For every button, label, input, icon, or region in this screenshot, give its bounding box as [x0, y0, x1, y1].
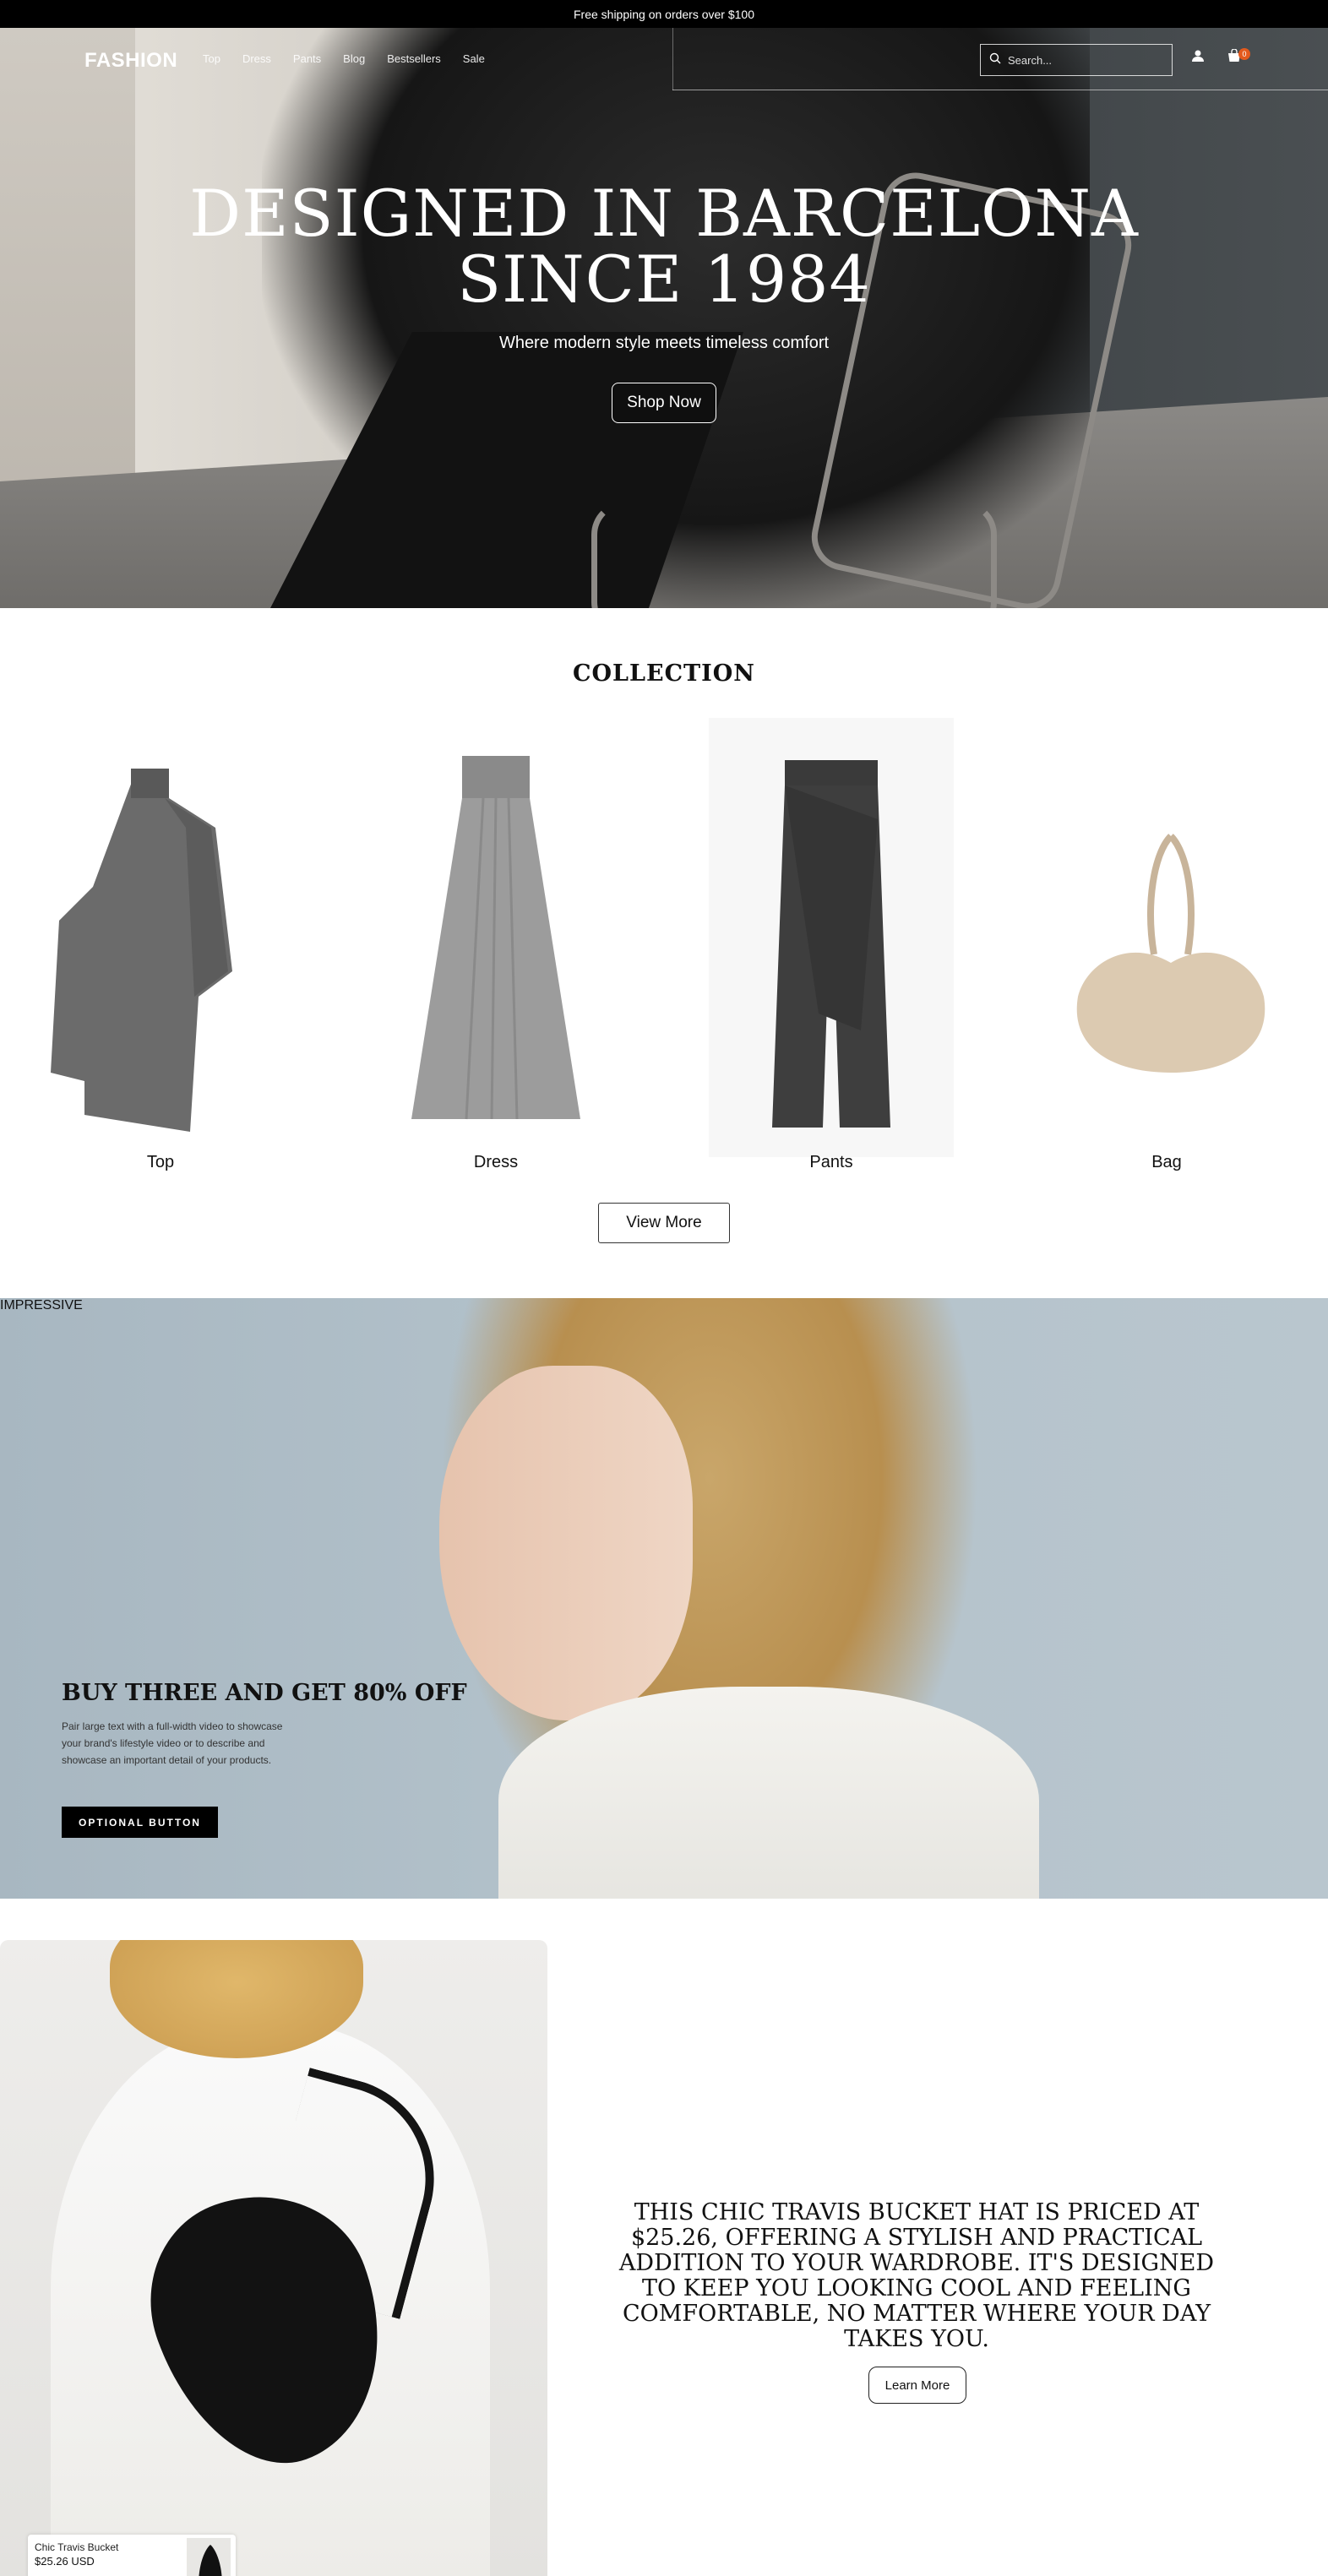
search-icon[interactable] [989, 52, 1001, 68]
cart-count-badge: 0 [1238, 48, 1250, 60]
feature-image [0, 1940, 547, 2576]
shop-now-button[interactable]: Shop Now [612, 383, 716, 423]
collection-label-dress[interactable]: Dress [373, 1153, 618, 1172]
mini-card-product-name: Chic Travis Bucket [35, 2541, 119, 2553]
view-more-button[interactable]: View More [598, 1203, 730, 1243]
collection-label-pants[interactable]: Pants [709, 1153, 954, 1172]
dress-product-image [411, 756, 580, 1120]
collection-label-bag[interactable]: Bag [1044, 1153, 1289, 1172]
bag-product-image [1076, 834, 1265, 1073]
pants-product-image [772, 760, 890, 1128]
site-logo[interactable]: FASHION [84, 49, 177, 73]
announcement-text: Free shipping on orders over $100 [573, 7, 755, 21]
mini-card-product-price: $25.26 USD [35, 2555, 95, 2568]
promo-body: Pair large text with a full-width video … [62, 1720, 283, 1766]
promo-kicker: IMPRESSIVE [0, 1298, 83, 1312]
promo-model-face [439, 1366, 693, 1720]
announcement-bar: Free shipping on orders over $100 [0, 0, 1328, 28]
collection-label-top[interactable]: Top [38, 1153, 283, 1172]
feature-description: THIS CHIC TRAVIS BUCKET HAT IS PRICED AT… [618, 2199, 1215, 2352]
header-vertical-divider [672, 28, 673, 90]
hero-title-line2: SINCE 1984 [457, 242, 871, 317]
hero-title: DESIGNED IN BARCELONA SINCE 1984 [0, 181, 1328, 312]
user-icon[interactable] [1191, 49, 1205, 67]
collection-item-top[interactable] [38, 718, 283, 1157]
product-mini-card[interactable]: Chic Travis Bucket $25.26 USD [28, 2535, 236, 2576]
nav-item-sale[interactable]: Sale [463, 52, 485, 65]
nav-item-pants[interactable]: Pants [293, 52, 321, 65]
nav-item-blog[interactable]: Blog [343, 52, 365, 65]
hero-subtitle: Where modern style meets timeless comfor… [498, 334, 830, 352]
top-product-image [51, 769, 232, 1132]
search-box[interactable] [980, 44, 1173, 76]
nav-item-dress[interactable]: Dress [242, 52, 271, 65]
promo-model-sweater [498, 1687, 1039, 1899]
search-input[interactable] [1008, 53, 1151, 67]
mini-card-thumbnail [187, 2538, 231, 2576]
hero-banner [0, 28, 1328, 608]
collection-item-pants[interactable] [709, 718, 954, 1157]
hero-chair-base [591, 501, 997, 608]
optional-button[interactable]: OPTIONAL BUTTON [62, 1807, 218, 1838]
collection-item-bag[interactable] [1044, 718, 1289, 1157]
learn-more-button[interactable]: Learn More [868, 2367, 966, 2404]
nav-item-bestsellers[interactable]: Bestsellers [387, 52, 441, 65]
hero-title-line1: DESIGNED IN BARCELONA [189, 176, 1139, 251]
collection-title: COLLECTION [573, 660, 755, 687]
collection-item-dress[interactable] [373, 718, 618, 1157]
promo-heading: BUY THREE AND GET 80% OFF [62, 1680, 467, 1706]
main-nav: Top Dress Pants Blog Bestsellers Sale [203, 52, 485, 65]
nav-item-top[interactable]: Top [203, 52, 220, 65]
